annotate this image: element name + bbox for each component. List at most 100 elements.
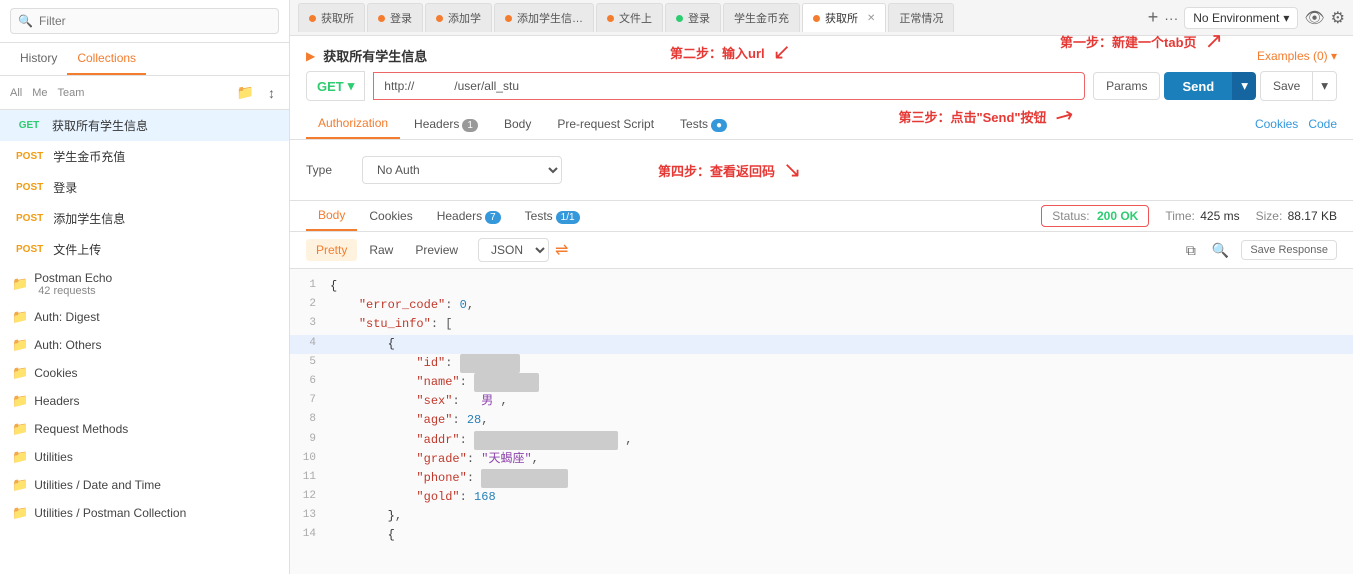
scope-me[interactable]: Me <box>32 87 47 99</box>
search-input[interactable] <box>10 8 279 34</box>
response-tab-headers[interactable]: Headers7 <box>425 202 513 230</box>
add-tab-button[interactable]: + <box>1148 7 1159 28</box>
code-line-6: 6 "name": <box>290 373 1353 392</box>
folder-cookies[interactable]: 📁 Cookies <box>0 359 289 387</box>
scope-all[interactable]: All <box>10 87 22 99</box>
format-tab-pretty[interactable]: Pretty <box>306 239 357 261</box>
response-section: Body Cookies Headers7 Tests1/1 Status: 2… <box>290 200 1353 574</box>
response-tests-badge: 1/1 <box>556 211 580 224</box>
format-tab-raw[interactable]: Raw <box>359 239 403 261</box>
req-tab-1[interactable]: 获取所 <box>298 3 365 32</box>
req-section-actions: Cookies Code <box>1255 117 1337 131</box>
format-type-select[interactable]: JSON <box>478 238 549 262</box>
search-icon: 🔍 <box>18 14 33 28</box>
req-tab-9[interactable]: 正常情况 <box>888 3 954 32</box>
tab-history[interactable]: History <box>10 43 67 75</box>
tab-dot-3 <box>436 15 443 22</box>
req-tab-7[interactable]: 学生金币充 <box>723 3 800 32</box>
folder-utilities-date[interactable]: 📁 Utilities / Date and Time <box>0 471 289 499</box>
save-response-button[interactable]: Save Response <box>1241 240 1337 260</box>
folder-headers[interactable]: 📁 Headers <box>0 387 289 415</box>
sidebar-item-get-all-students[interactable]: GET 获取所有学生信息 <box>0 110 289 141</box>
method-badge-get: GET <box>12 119 46 132</box>
save-arrow-button[interactable]: ▾ <box>1313 71 1337 101</box>
params-button[interactable]: Params <box>1093 72 1160 100</box>
folder-label-1: Postman Echo <box>34 271 112 285</box>
folder-icon-5: 📁 <box>12 393 28 409</box>
req-section-tab-tests[interactable]: Tests● <box>668 110 739 138</box>
req-tab-3[interactable]: 添加学 <box>425 3 492 32</box>
auth-select[interactable]: No Auth <box>362 156 562 184</box>
sidebar-item-post-add-student[interactable]: POST 添加学生信息 <box>0 203 289 234</box>
folder-icon-6: 📁 <box>12 421 28 437</box>
tab-close-button[interactable]: ✕ <box>867 13 875 24</box>
req-tab-5[interactable]: 文件上 <box>596 3 663 32</box>
code-line-1: 1 { <box>290 277 1353 296</box>
tab-bar-actions: + ··· No Environment ▾ 👁 ⚙ <box>1148 7 1345 29</box>
format-tab-preview[interactable]: Preview <box>405 239 468 261</box>
scope-team[interactable]: Team <box>58 87 85 99</box>
settings-icon-button[interactable]: ⚙ <box>1331 8 1345 28</box>
method-select[interactable]: GET ▾ <box>306 71 365 101</box>
url-actions: Params Send ▾ Save ▾ <box>1093 71 1337 101</box>
code-line-9: 9 "addr": , <box>290 431 1353 450</box>
folder-utilities-postman[interactable]: 📁 Utilities / Postman Collection <box>0 499 289 527</box>
copy-icon-button[interactable]: ⧉ <box>1182 240 1200 261</box>
status-label: Status: <box>1052 209 1089 223</box>
sort-button[interactable]: ↕ <box>264 82 279 103</box>
save-button[interactable]: Save <box>1260 71 1313 101</box>
folder-request-methods[interactable]: 📁 Request Methods <box>0 415 289 443</box>
tab-label-9: 正常情况 <box>899 10 943 26</box>
send-button[interactable]: Send <box>1164 72 1232 100</box>
folder-postman-echo[interactable]: 📁 Postman Echo 42 requests <box>0 265 289 303</box>
folder-utilities[interactable]: 📁 Utilities <box>0 443 289 471</box>
code-link[interactable]: Code <box>1308 117 1337 131</box>
tab-label-7: 学生金币充 <box>734 10 789 26</box>
more-tabs-button[interactable]: ··· <box>1164 10 1178 26</box>
folder-icon-1: 📁 <box>12 276 28 292</box>
req-tab-8[interactable]: 获取所 ✕ <box>802 3 886 32</box>
req-tab-4[interactable]: 添加学生信… <box>494 3 594 32</box>
tab-label-6: 登录 <box>688 10 710 26</box>
req-tab-6[interactable]: 登录 <box>665 3 721 32</box>
sidebar-item-post-upload[interactable]: POST 文件上传 <box>0 234 289 265</box>
url-bar: GET ▾ Params Send ▾ Save ▾ <box>290 71 1353 109</box>
code-line-10: 10 "grade": "天蝎座", <box>290 450 1353 469</box>
wrap-icon[interactable]: ⇌ <box>555 240 568 260</box>
req-section-tab-body[interactable]: Body <box>492 110 543 138</box>
response-tab-cookies[interactable]: Cookies <box>357 202 424 230</box>
folder-label-6: Request Methods <box>34 422 128 436</box>
method-value: GET <box>317 79 344 94</box>
body-format-bar: Pretty Raw Preview JSON ⇌ ⧉ 🔍 Save Respo… <box>290 232 1353 269</box>
response-tab-body[interactable]: Body <box>306 201 357 231</box>
url-input[interactable] <box>373 72 1085 100</box>
code-line-7: 7 "sex": 男 , <box>290 392 1353 411</box>
auth-type-label: Type <box>306 163 346 177</box>
code-line-3: 3 "stu_info": [ <box>290 315 1353 334</box>
format-actions: ⧉ 🔍 Save Response <box>1182 240 1337 261</box>
tab-collections[interactable]: Collections <box>67 43 146 75</box>
response-headers-badge: 7 <box>485 211 501 224</box>
code-line-8: 8 "age": 28, <box>290 411 1353 430</box>
send-arrow-button[interactable]: ▾ <box>1232 72 1256 100</box>
sidebar-item-post-login[interactable]: POST 登录 <box>0 172 289 203</box>
tab-dot-5 <box>607 15 614 22</box>
new-collection-button[interactable]: 📁 <box>233 82 258 103</box>
cookies-link[interactable]: Cookies <box>1255 117 1298 131</box>
req-section-tab-pre-request[interactable]: Pre-request Script <box>545 110 666 138</box>
folder-auth-digest[interactable]: 📁 Auth: Digest <box>0 303 289 331</box>
size-label: Size: <box>1256 209 1283 223</box>
req-section-tabs: Authorization Headers1 Body Pre-request … <box>290 109 1353 140</box>
sidebar-item-label-2: 登录 <box>53 179 77 196</box>
examples-link[interactable]: Examples (0) <box>1257 49 1328 63</box>
sidebar-item-post-gold[interactable]: POST 学生金币充值 <box>0 141 289 172</box>
response-tab-tests[interactable]: Tests1/1 <box>513 202 592 230</box>
req-tab-2[interactable]: 登录 <box>367 3 423 32</box>
eye-icon-button[interactable]: 👁 <box>1304 8 1324 28</box>
method-badge-post-1: POST <box>12 150 47 163</box>
env-selector[interactable]: No Environment ▾ <box>1184 7 1298 29</box>
search-response-button[interactable]: 🔍 <box>1208 240 1233 261</box>
req-section-tab-headers[interactable]: Headers1 <box>402 110 490 138</box>
req-section-tab-auth[interactable]: Authorization <box>306 109 400 139</box>
folder-auth-others[interactable]: 📁 Auth: Others <box>0 331 289 359</box>
